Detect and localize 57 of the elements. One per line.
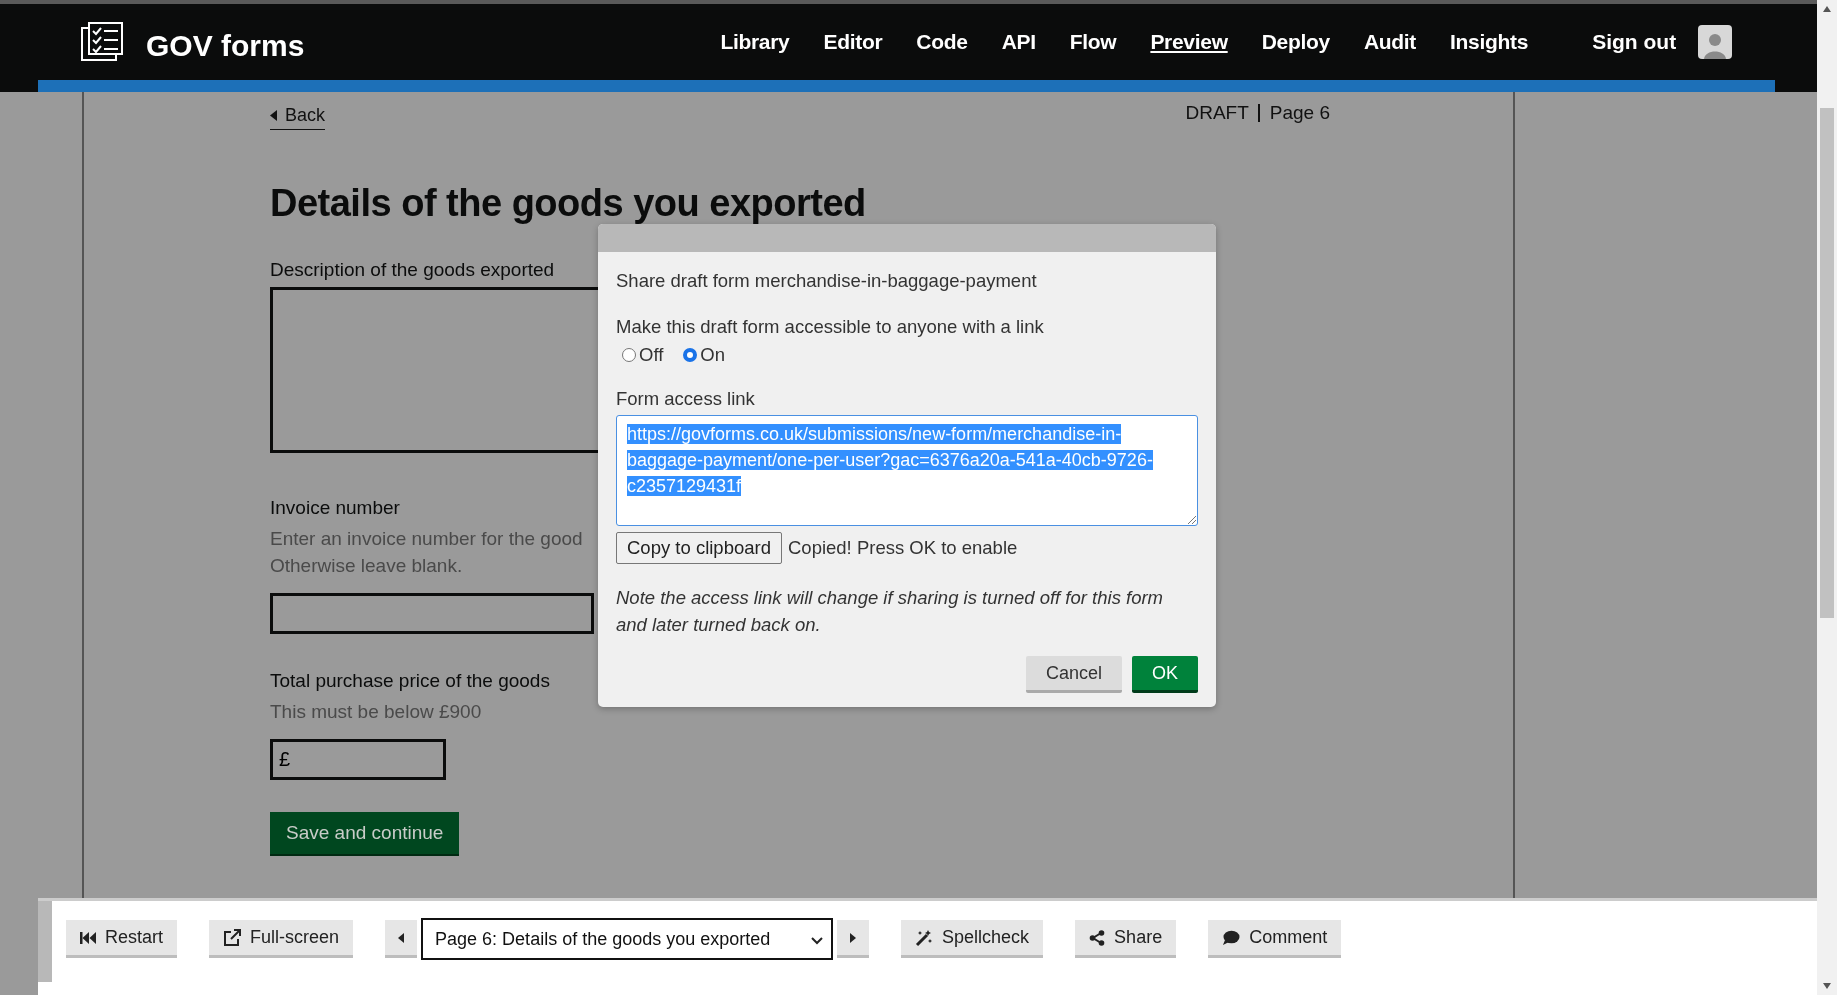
share-icon xyxy=(1089,929,1106,946)
draft-status: DRAFT xyxy=(1185,102,1249,125)
field-label: Total purchase price of the goods xyxy=(270,670,550,692)
magic-wand-icon xyxy=(915,928,934,947)
previous-page-button[interactable] xyxy=(385,920,418,958)
checklist-icon xyxy=(80,22,124,62)
hint-text: This must be below £900 xyxy=(270,700,482,724)
note-text: Note the access link will change if sharing is turned off for this form and later turned back on. xyxy=(616,586,1165,637)
page-heading: Details of the goods you exported xyxy=(270,182,867,225)
radio-option[interactable]: Off xyxy=(622,344,664,366)
app-title: GOV forms xyxy=(146,29,305,63)
caret-icon xyxy=(850,932,857,943)
caret-icon xyxy=(270,109,277,121)
toolbar-button[interactable]: Spellcheck xyxy=(901,920,1044,958)
cancel-button[interactable]: Cancel xyxy=(1025,656,1122,693)
scroll-up-icon[interactable] xyxy=(1823,6,1831,12)
scroll-down-icon[interactable] xyxy=(1823,983,1831,989)
nav-tab[interactable]: API xyxy=(1001,30,1036,54)
page-number: Page 6 xyxy=(1257,104,1330,122)
external-link-icon xyxy=(223,928,242,947)
scrollbar[interactable] xyxy=(1817,0,1837,995)
toolbar-button[interactable]: Restart xyxy=(66,920,178,958)
invoice-field[interactable] xyxy=(270,593,594,634)
nav-tab[interactable]: Library xyxy=(720,30,790,54)
dialog-title: Share draft form merchandise-in-baggage-payment xyxy=(616,270,1038,292)
field-label: Form access link xyxy=(616,388,756,410)
radio-option[interactable]: On xyxy=(683,344,726,366)
avatar-icon[interactable] xyxy=(1698,25,1733,59)
hint-text: Enter an invoice number for the good xyxy=(270,527,583,551)
nav-tab[interactable]: Code xyxy=(916,30,968,54)
speech-bubble-icon xyxy=(1222,929,1241,946)
nav-tab[interactable]: Audit xyxy=(1363,30,1417,54)
ok-button[interactable]: OK xyxy=(1132,656,1198,693)
nav-tab[interactable]: Deploy xyxy=(1261,30,1330,54)
toolbar-button[interactable]: Share xyxy=(1075,920,1177,958)
back-link[interactable]: Back xyxy=(270,104,326,130)
nav-tab[interactable]: Editor xyxy=(823,30,883,54)
question-label: Make this draft form accessible to anyone with a link xyxy=(616,316,1045,338)
page-select[interactable]: Page 6: Details of the goods you exported xyxy=(421,918,834,960)
copy-button[interactable]: Copy to clipboard xyxy=(616,532,782,564)
copy-status: Copied! Press OK to enable xyxy=(788,537,1018,559)
next-page-button[interactable] xyxy=(837,920,870,958)
field-label: Invoice number xyxy=(270,497,400,519)
toolbar-button[interactable]: Full-screen xyxy=(209,920,354,958)
chevron-icon xyxy=(811,936,824,945)
nav-tab[interactable]: Preview xyxy=(1150,30,1228,54)
hint-text: Otherwise leave blank. xyxy=(270,554,463,578)
nav-tab[interactable]: Flow xyxy=(1069,30,1117,54)
save-button[interactable]: Save and continue xyxy=(270,812,460,854)
field-label: Description of the goods exported xyxy=(270,259,555,281)
caret-icon xyxy=(398,932,405,943)
nav-tab[interactable]: Insights xyxy=(1450,30,1529,54)
price-field[interactable]: £ xyxy=(270,739,446,780)
skip-back-icon xyxy=(80,930,96,945)
resize-grip-icon[interactable] xyxy=(1186,514,1196,524)
sign-out-link[interactable]: Sign out xyxy=(1592,30,1677,54)
toolbar-button[interactable]: Comment xyxy=(1208,920,1342,958)
